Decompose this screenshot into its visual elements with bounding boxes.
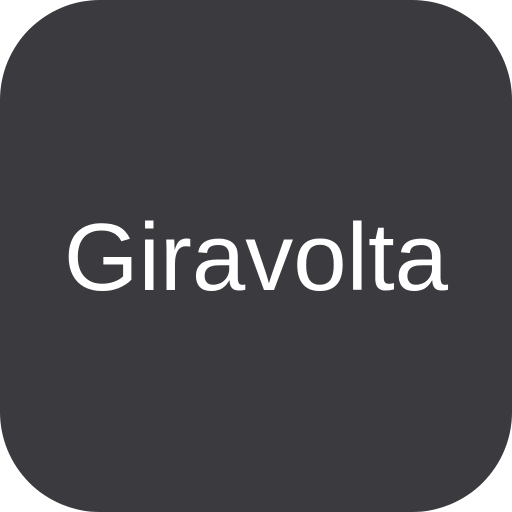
app-wordmark: Giravolta: [63, 204, 449, 311]
app-icon-tile: Giravolta: [0, 0, 512, 512]
